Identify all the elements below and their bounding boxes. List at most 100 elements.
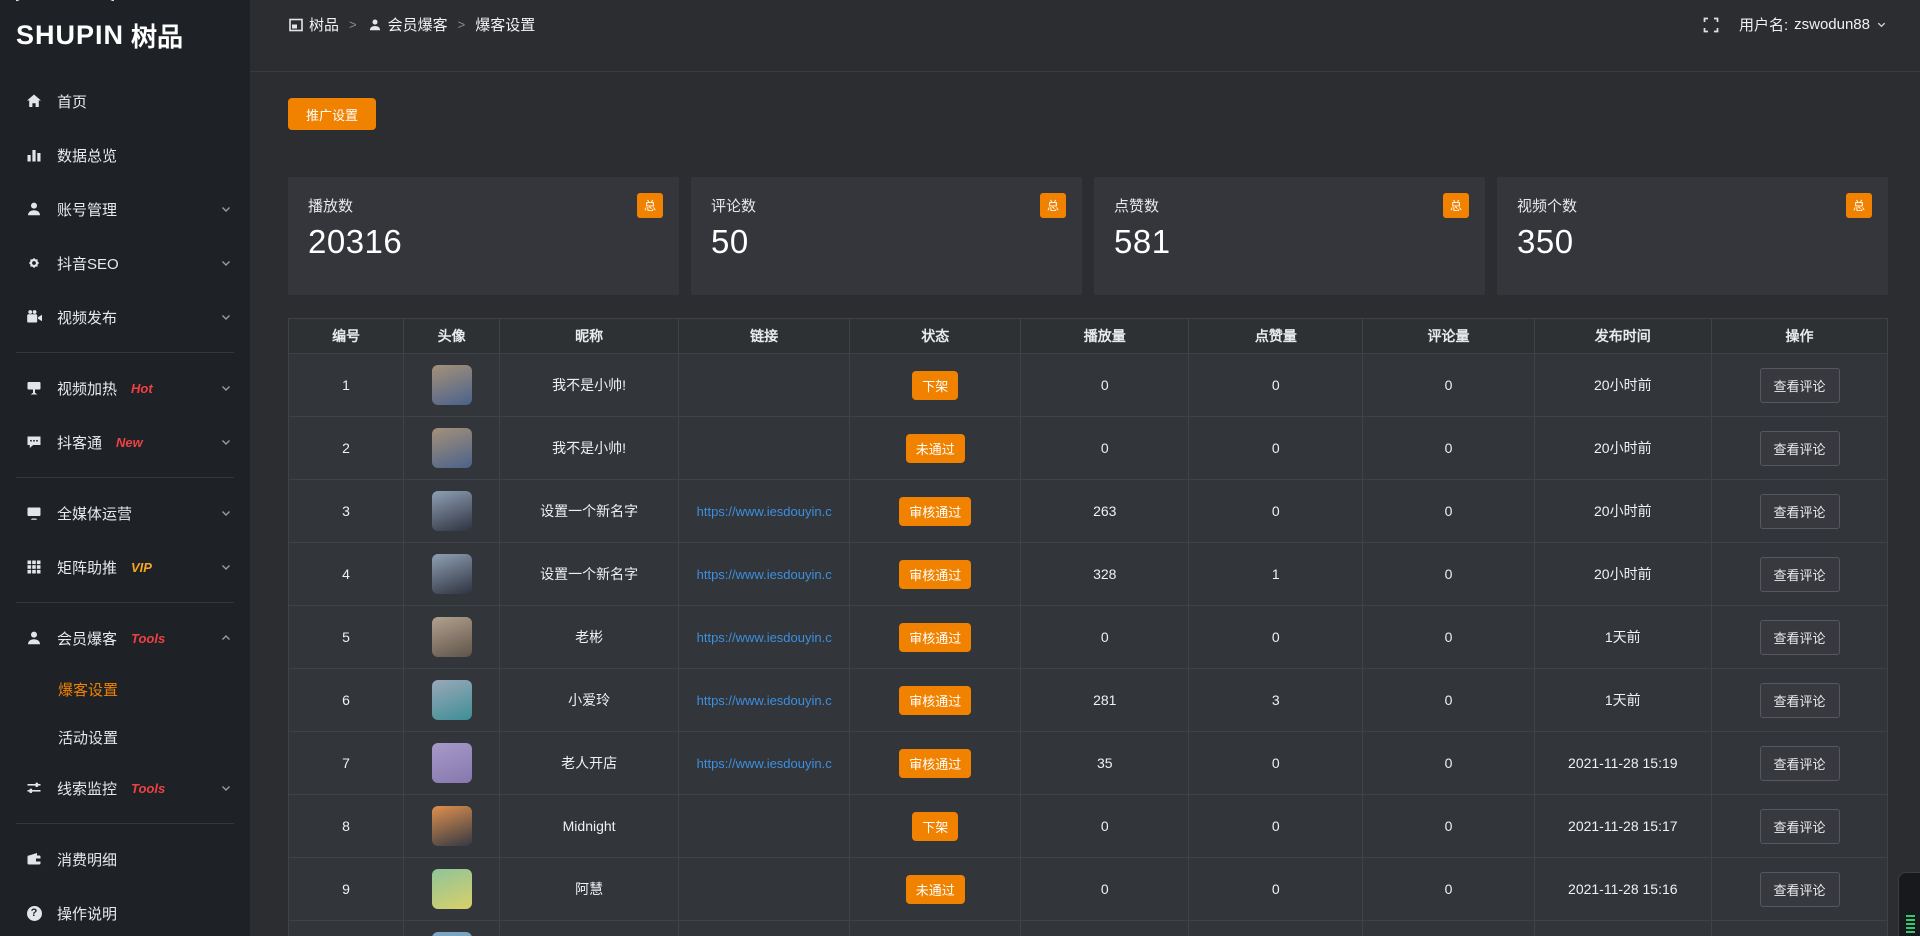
sidebar-item-tag: Hot <box>131 381 153 396</box>
cell-avatar <box>404 606 500 669</box>
table-row: 5老彬https://www.iesdouyin.c审核通过0001天前查看评论 <box>289 606 1888 669</box>
cell-time: 20小时前 <box>1534 417 1711 480</box>
status-badge[interactable]: 审核通过 <box>899 497 971 526</box>
breadcrumb-label: 树品 <box>309 14 339 35</box>
view-comments-button[interactable]: 查看评论 <box>1760 809 1840 844</box>
value-comments: 0 <box>1445 566 1453 582</box>
cell-likes: 0 <box>1189 417 1363 480</box>
app-logo[interactable]: SHUPIN 树品 <box>0 0 250 70</box>
logo-arc-icon <box>6 0 124 2</box>
cell-time: 2021-11-28 15:19 <box>1534 732 1711 795</box>
sidebar-item-operation-guide[interactable]: ?操作说明 <box>0 886 250 936</box>
view-comments-button[interactable]: 查看评论 <box>1760 431 1840 466</box>
column-header: 评论量 <box>1363 319 1534 354</box>
status-badge[interactable]: 下架 <box>912 371 958 400</box>
cell-action: 查看评论 <box>1712 543 1888 606</box>
home-icon <box>24 92 44 110</box>
value-likes: 1 <box>1272 566 1280 582</box>
status-badge[interactable]: 审核通过 <box>899 686 971 715</box>
sidebar-item-consume-detail[interactable]: 消费明细 <box>0 832 250 886</box>
cell-avatar <box>404 480 500 543</box>
sliders-icon <box>24 779 44 797</box>
stat-card-label: 视频个数 <box>1517 195 1868 216</box>
logo-text: SHUPIN <box>16 22 124 49</box>
sidebar-item-home[interactable]: 首页 <box>0 74 250 128</box>
value-plays: 0 <box>1101 440 1109 456</box>
chevron-down-icon <box>220 436 232 448</box>
screen-icon <box>24 379 44 397</box>
view-comments-button[interactable]: 查看评论 <box>1760 683 1840 718</box>
cell-status: 下架 <box>850 354 1021 417</box>
site-icon <box>288 18 304 32</box>
cell-avatar <box>404 795 500 858</box>
sidebar-item-clue-monitor[interactable]: 线索监控Tools <box>0 761 250 815</box>
floating-widget[interactable] <box>1898 872 1920 936</box>
status-badge[interactable]: 下架 <box>912 812 958 841</box>
stat-card-1: 评论数50总 <box>691 177 1082 295</box>
logo-cn-text: 树品 <box>131 17 183 54</box>
user-menu[interactable]: 用户名: zswodun88 <box>1739 14 1887 35</box>
status-badge[interactable]: 审核通过 <box>899 560 971 589</box>
cell-link: https://www.iesdouyin.c <box>679 543 850 606</box>
cell-likes: 0 <box>1189 732 1363 795</box>
total-badge: 总 <box>1040 193 1066 218</box>
video-link[interactable]: https://www.iesdouyin.c <box>683 504 845 519</box>
sidebar-subitem-baoke-settings[interactable]: 爆客设置 <box>0 665 250 713</box>
nickname-text: 老彬 <box>575 629 603 645</box>
sidebar-item-account-manage[interactable]: 账号管理 <box>0 182 250 236</box>
sidebar-item-member-baoke[interactable]: 会员爆客Tools <box>0 611 250 665</box>
value-comments: 0 <box>1445 818 1453 834</box>
value-plays: 0 <box>1101 881 1109 897</box>
view-comments-button[interactable]: 查看评论 <box>1760 494 1840 529</box>
breadcrumb-separator: > <box>458 17 466 32</box>
sidebar-item-matrix-boost[interactable]: 矩阵助推VIP <box>0 540 250 594</box>
view-comments-button[interactable]: 查看评论 <box>1760 620 1840 655</box>
breadcrumb-item-shupin[interactable]: 树品 <box>288 14 339 35</box>
view-comments-button[interactable]: 查看评论 <box>1760 557 1840 592</box>
sidebar-item-douyin-seo[interactable]: 抖音SEO <box>0 236 250 290</box>
wallet-icon <box>24 850 44 868</box>
breadcrumb-item-member-baoke[interactable]: 会员爆客 <box>367 14 448 35</box>
video-link[interactable]: https://www.iesdouyin.c <box>683 567 845 582</box>
cell-action: 查看评论 <box>1712 417 1888 480</box>
cell-comments: 0 <box>1363 480 1534 543</box>
value-likes: 0 <box>1272 629 1280 645</box>
cell-comments: 0 <box>1363 606 1534 669</box>
cell-nickname <box>500 921 679 936</box>
view-comments-button[interactable]: 查看评论 <box>1760 368 1840 403</box>
status-badge[interactable]: 审核通过 <box>899 749 971 778</box>
video-link[interactable]: https://www.iesdouyin.c <box>683 630 845 645</box>
sidebar-item-video-heat[interactable]: 视频加热Hot <box>0 361 250 415</box>
stat-card-label: 播放数 <box>308 195 659 216</box>
row-number: 9 <box>342 881 350 897</box>
status-badge[interactable]: 审核通过 <box>899 623 971 652</box>
column-header: 编号 <box>289 319 404 354</box>
status-badge[interactable]: 未通过 <box>906 434 965 463</box>
sidebar-item-video-publish[interactable]: 视频发布 <box>0 290 250 344</box>
value-time: 20小时前 <box>1594 377 1652 393</box>
promotion-settings-button[interactable]: 推广设置 <box>288 98 376 130</box>
cell-no: 7 <box>289 732 404 795</box>
table-header-row: 编号头像昵称链接状态播放量点赞量评论量发布时间操作 <box>289 319 1888 354</box>
cell-likes: 3 <box>1189 669 1363 732</box>
chevron-down-icon <box>220 203 232 215</box>
view-comments-button[interactable]: 查看评论 <box>1760 872 1840 907</box>
video-link[interactable]: https://www.iesdouyin.c <box>683 756 845 771</box>
fullscreen-icon[interactable] <box>1703 17 1719 33</box>
row-number: 7 <box>342 755 350 771</box>
status-badge[interactable]: 未通过 <box>906 875 965 904</box>
sidebar-subitem-activity-settings[interactable]: 活动设置 <box>0 713 250 761</box>
cell-nickname: 小爱玲 <box>500 669 679 732</box>
row-number: 2 <box>342 440 350 456</box>
stat-card-2: 点赞数581总 <box>1094 177 1485 295</box>
cell-action: 查看评论 <box>1712 354 1888 417</box>
view-comments-button[interactable]: 查看评论 <box>1760 746 1840 781</box>
sidebar-item-data-overview[interactable]: 数据总览 <box>0 128 250 182</box>
cell-nickname: 阿慧 <box>500 858 679 921</box>
avatar <box>432 365 472 405</box>
cell-link: https://www.iesdouyin.c <box>679 606 850 669</box>
sidebar-item-douketong[interactable]: 抖客通New <box>0 415 250 469</box>
video-link[interactable]: https://www.iesdouyin.c <box>683 693 845 708</box>
sidebar-item-media-operation[interactable]: 全媒体运营 <box>0 486 250 540</box>
cell-likes: 0 <box>1189 354 1363 417</box>
